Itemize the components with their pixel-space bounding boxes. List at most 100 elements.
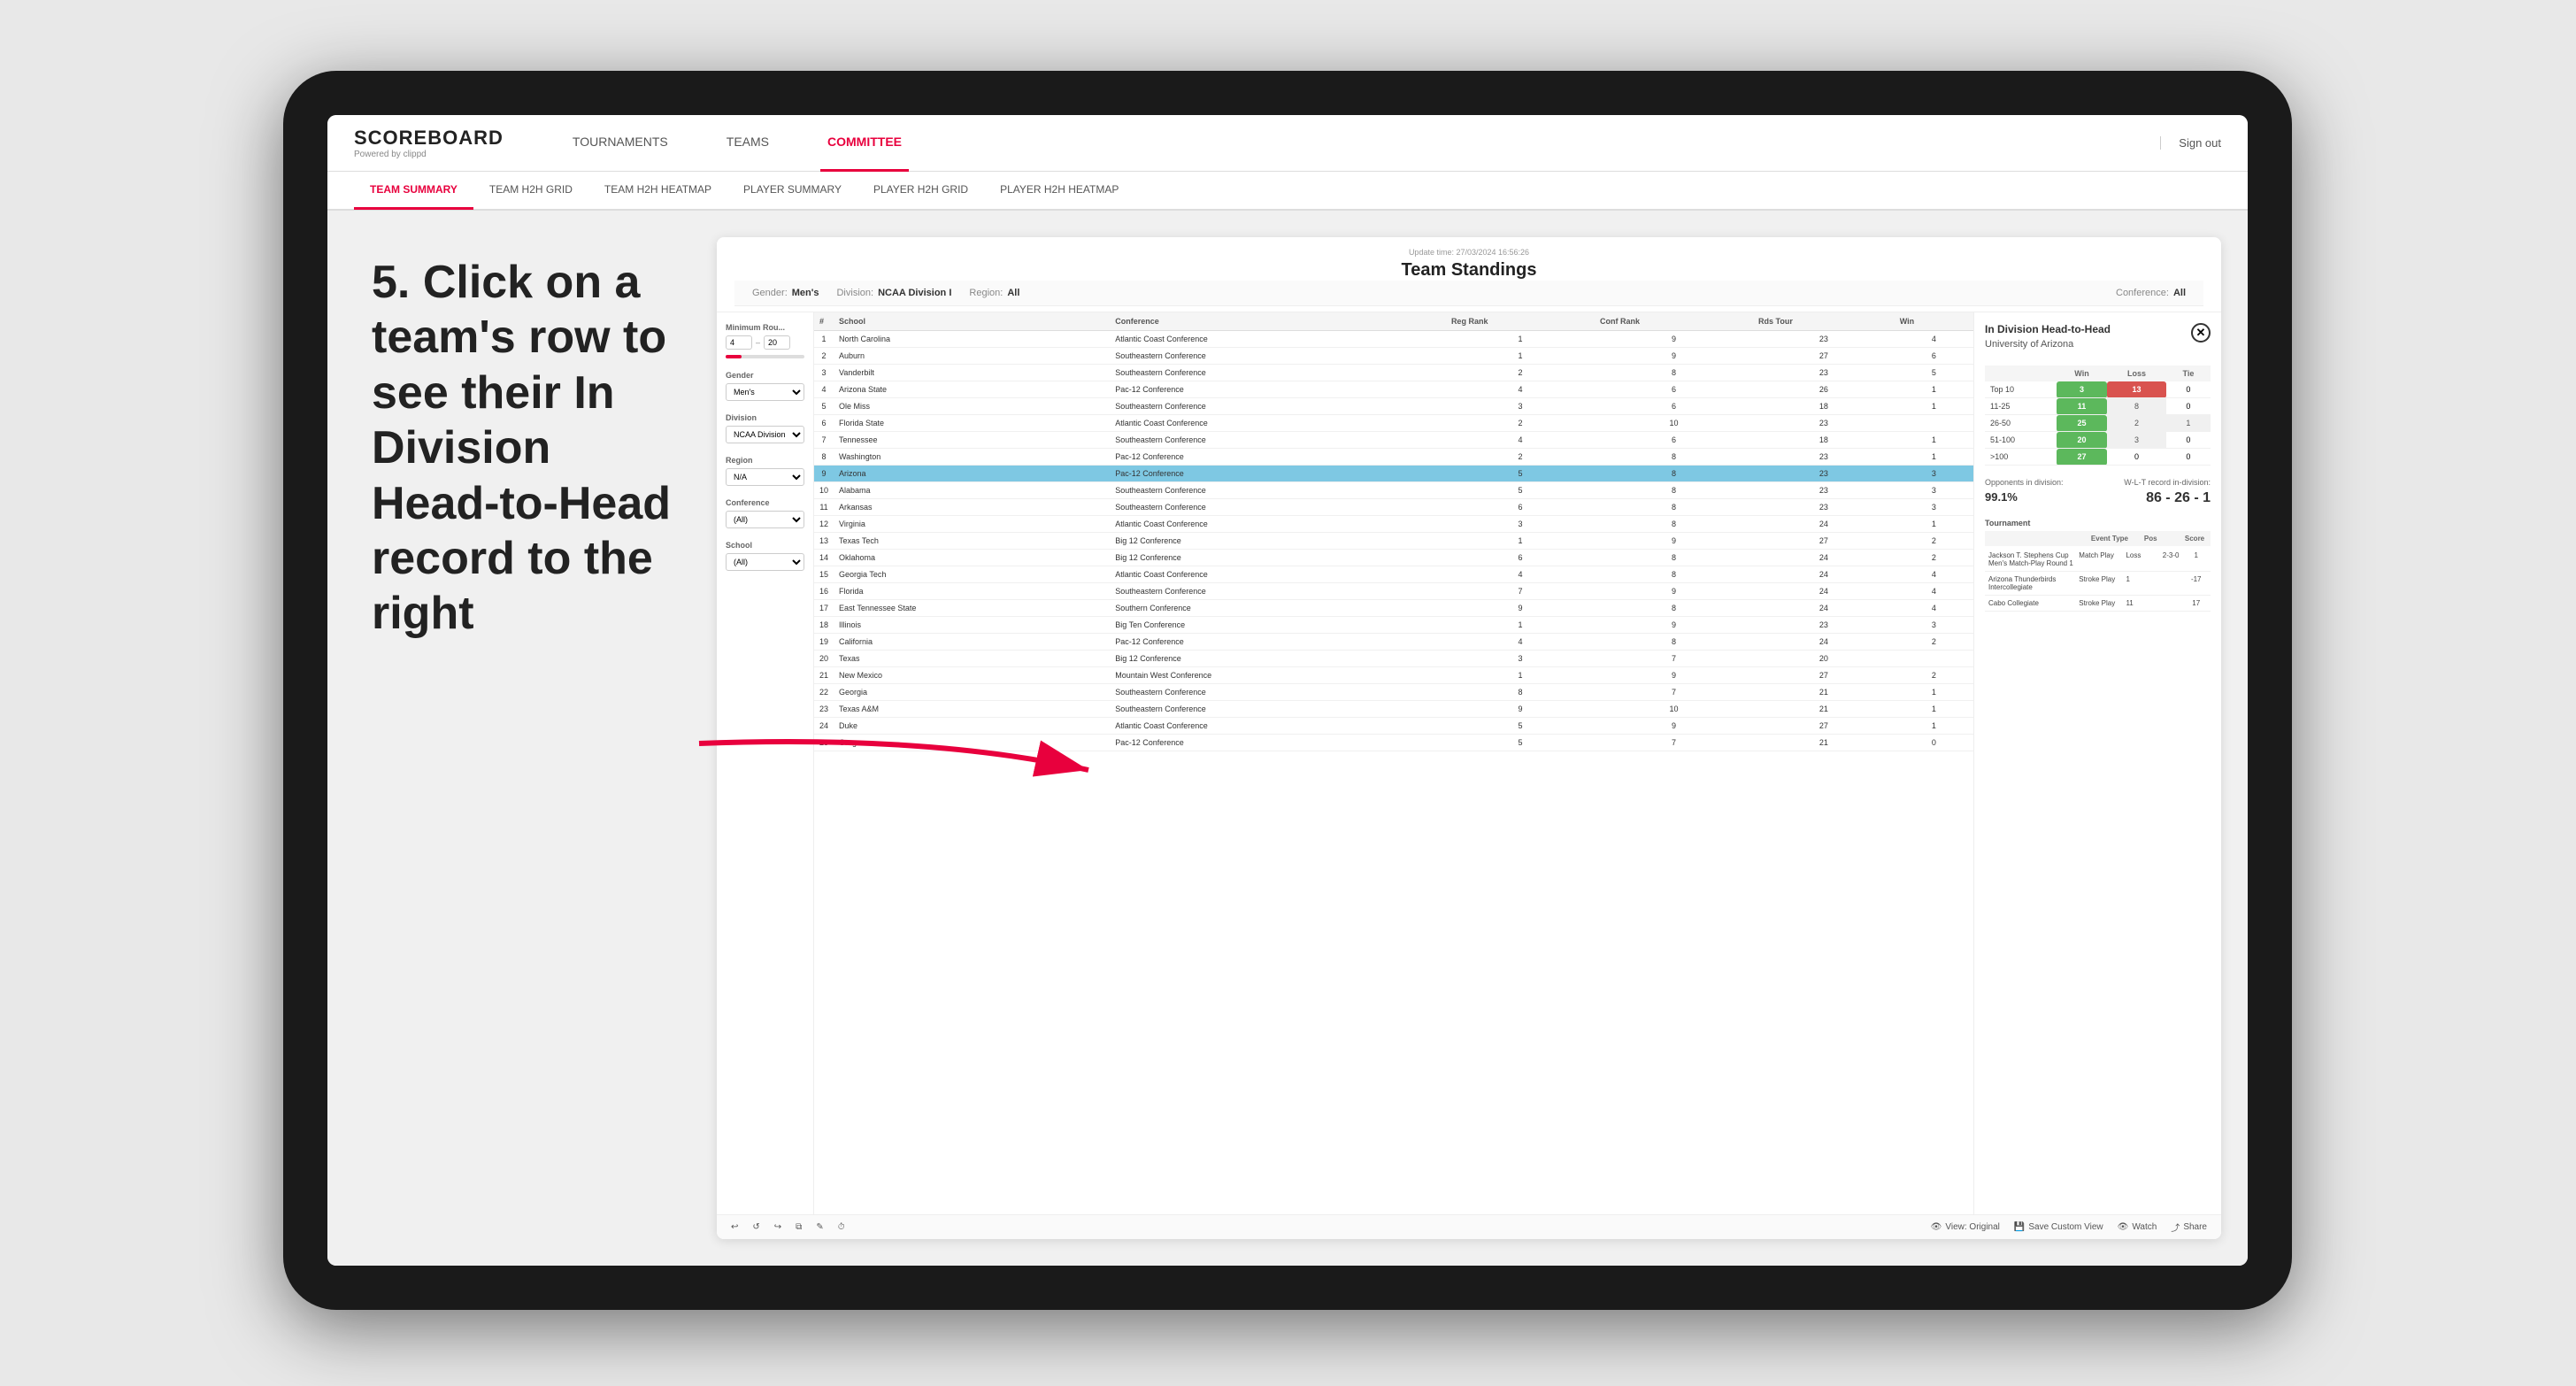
opponents-label: Opponents in division:: [1985, 478, 2064, 487]
table-row[interactable]: 9 Arizona Pac-12 Conference 5 8 23 3: [814, 466, 1973, 482]
view-original-button[interactable]: 👁 View: Original: [1931, 1222, 2000, 1232]
edit-button[interactable]: ✎: [816, 1222, 823, 1232]
win-cell: 3: [1895, 499, 1973, 516]
time-button[interactable]: ⏱: [838, 1222, 845, 1232]
reg-rank-cell: 5: [1446, 466, 1595, 482]
school-cell: Duke: [834, 718, 1110, 735]
table-row[interactable]: 1 North Carolina Atlantic Coast Conferen…: [814, 331, 1973, 348]
redo-button[interactable]: ↪: [774, 1222, 781, 1232]
table-row[interactable]: 13 Texas Tech Big 12 Conference 1 9 27 2: [814, 533, 1973, 550]
win-cell: [1895, 415, 1973, 432]
table-row[interactable]: 22 Georgia Southeastern Conference 8 7 2…: [814, 684, 1973, 701]
table-row[interactable]: 25 Oregon Pac-12 Conference 5 7 21 0: [814, 735, 1973, 751]
conference-cell: Big 12 Conference: [1110, 533, 1446, 550]
h2h-close-button[interactable]: ✕: [2191, 323, 2211, 343]
rank-cell: 6: [814, 415, 834, 432]
table-row[interactable]: 21 New Mexico Mountain West Conference 1…: [814, 667, 1973, 684]
tab-team-h2h-grid[interactable]: TEAM H2H GRID: [473, 171, 588, 210]
tab-team-summary[interactable]: TEAM SUMMARY: [354, 171, 473, 210]
save-custom-button[interactable]: 💾 Save Custom View: [2014, 1222, 2103, 1232]
table-row[interactable]: 4 Arizona State Pac-12 Conference 4 6 26…: [814, 381, 1973, 398]
division-select[interactable]: NCAA Division I: [726, 426, 804, 443]
nav-teams[interactable]: TEAMS: [719, 115, 776, 172]
win-cell: 1: [1895, 516, 1973, 533]
tournament-result: 1: [2126, 575, 2156, 583]
reg-rank-cell: 8: [1446, 684, 1595, 701]
h2h-loss: 0: [2107, 449, 2166, 466]
conf-rank-cell: 9: [1595, 331, 1753, 348]
region-filter-section: Region N/A: [726, 456, 804, 486]
rds-cell: 27: [1753, 348, 1895, 365]
conference-cell: Southeastern Conference: [1110, 499, 1446, 516]
table-row[interactable]: 6 Florida State Atlantic Coast Conferenc…: [814, 415, 1973, 432]
filter-division: Division: NCAA Division I: [836, 288, 951, 298]
table-row[interactable]: 15 Georgia Tech Atlantic Coast Conferenc…: [814, 566, 1973, 583]
rank-cell: 23: [814, 701, 834, 718]
conference-select[interactable]: (All): [726, 511, 804, 528]
copy-button[interactable]: ⧉: [796, 1222, 802, 1232]
tournament-result: Loss: [2126, 551, 2156, 559]
table-row[interactable]: 24 Duke Atlantic Coast Conference 5 9 27…: [814, 718, 1973, 735]
conf-rank-cell: 10: [1595, 701, 1753, 718]
instruction-text: 5. Click on a team's row to see their In…: [372, 255, 673, 642]
undo-button[interactable]: ↩: [731, 1222, 738, 1232]
region-select[interactable]: N/A: [726, 468, 804, 486]
watch-icon: 👁: [2118, 1222, 2129, 1232]
conference-cell: Southeastern Conference: [1110, 583, 1446, 600]
tab-player-h2h-heatmap[interactable]: PLAYER H2H HEATMAP: [984, 171, 1134, 210]
table-row[interactable]: 11 Arkansas Southeastern Conference 6 8 …: [814, 499, 1973, 516]
h2h-row: 11-25 11 8 0: [1985, 398, 2211, 415]
reset-button[interactable]: ↺: [752, 1222, 759, 1232]
tournament-type: Match Play: [2079, 551, 2122, 559]
min-rounds-input[interactable]: [726, 335, 752, 350]
conf-rank-cell: 10: [1595, 415, 1753, 432]
tournament-row: Cabo Collegiate Stroke Play 11 17: [1985, 596, 2211, 612]
conference-cell: Big Ten Conference: [1110, 617, 1446, 634]
rank-cell: 15: [814, 566, 834, 583]
table-row[interactable]: 12 Virginia Atlantic Coast Conference 3 …: [814, 516, 1973, 533]
h2h-body: Top 10 3 13 0 11-25 11 8 0 26-50 25 2 1 …: [1985, 381, 2211, 466]
table-row[interactable]: 20 Texas Big 12 Conference 3 7 20: [814, 651, 1973, 667]
table-row[interactable]: 17 East Tennessee State Southern Confere…: [814, 600, 1973, 617]
sub-nav: TEAM SUMMARY TEAM H2H GRID TEAM H2H HEAT…: [327, 172, 2248, 211]
max-rounds-input[interactable]: [764, 335, 790, 350]
school-select[interactable]: (All): [726, 553, 804, 571]
share-label: Share: [2183, 1222, 2207, 1232]
table-row[interactable]: 7 Tennessee Southeastern Conference 4 6 …: [814, 432, 1973, 449]
tab-player-summary[interactable]: PLAYER SUMMARY: [727, 171, 857, 210]
table-row[interactable]: 10 Alabama Southeastern Conference 5 8 2…: [814, 482, 1973, 499]
rank-cell: 1: [814, 331, 834, 348]
reg-rank-cell: 1: [1446, 348, 1595, 365]
table-row[interactable]: 23 Texas A&M Southeastern Conference 9 1…: [814, 701, 1973, 718]
gender-select[interactable]: Men's: [726, 383, 804, 401]
rds-cell: 18: [1753, 432, 1895, 449]
conf-rank-cell: 9: [1595, 718, 1753, 735]
min-rounds-row: –: [726, 335, 804, 350]
table-row[interactable]: 3 Vanderbilt Southeastern Conference 2 8…: [814, 365, 1973, 381]
table-row[interactable]: 16 Florida Southeastern Conference 7 9 2…: [814, 583, 1973, 600]
table-row[interactable]: 8 Washington Pac-12 Conference 2 8 23 1: [814, 449, 1973, 466]
table-row[interactable]: 14 Oklahoma Big 12 Conference 6 8 24 2: [814, 550, 1973, 566]
nav-tournaments[interactable]: TOURNAMENTS: [565, 115, 675, 172]
tab-team-h2h-heatmap[interactable]: TEAM H2H HEATMAP: [588, 171, 727, 210]
watch-button[interactable]: 👁 Watch: [2118, 1222, 2157, 1232]
table-row[interactable]: 2 Auburn Southeastern Conference 1 9 27 …: [814, 348, 1973, 365]
win-cell: 4: [1895, 566, 1973, 583]
table-row[interactable]: 18 Illinois Big Ten Conference 1 9 23 3: [814, 617, 1973, 634]
view-original-label: View: Original: [1945, 1222, 2000, 1232]
sign-out-button[interactable]: Sign out: [2160, 136, 2221, 150]
h2h-loss: 8: [2107, 398, 2166, 415]
nav-committee[interactable]: COMMITTEE: [820, 115, 909, 172]
col-rank: #: [814, 312, 834, 331]
win-cell: 1: [1895, 684, 1973, 701]
h2h-tie: 0: [2166, 398, 2211, 415]
tournament-type: Stroke Play: [2079, 599, 2122, 607]
win-cell: 2: [1895, 550, 1973, 566]
tab-player-h2h-grid[interactable]: PLAYER H2H GRID: [857, 171, 984, 210]
win-cell: 2: [1895, 533, 1973, 550]
table-row[interactable]: 19 California Pac-12 Conference 4 8 24 2: [814, 634, 1973, 651]
win-cell: 1: [1895, 432, 1973, 449]
table-row[interactable]: 5 Ole Miss Southeastern Conference 3 6 1…: [814, 398, 1973, 415]
share-button[interactable]: ⤴ Share: [2171, 1220, 2207, 1234]
rounds-slider[interactable]: [726, 355, 804, 358]
